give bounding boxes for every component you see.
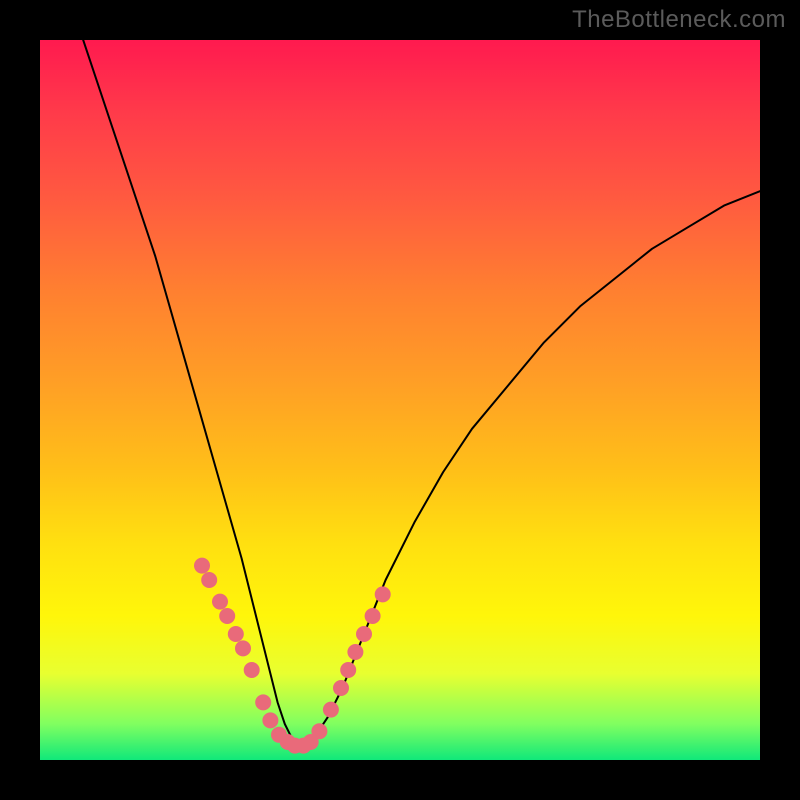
highlight-dot <box>323 702 339 718</box>
highlight-dot <box>375 586 391 602</box>
highlight-dot <box>365 608 381 624</box>
highlight-dot <box>244 662 260 678</box>
highlight-dot <box>219 608 235 624</box>
highlight-dot <box>311 723 327 739</box>
highlight-dot <box>347 644 363 660</box>
highlight-dot <box>235 640 251 656</box>
plot-area <box>40 40 760 760</box>
highlight-dot <box>262 712 278 728</box>
chart-frame: TheBottleneck.com <box>0 0 800 800</box>
highlight-dot <box>356 626 372 642</box>
highlight-dots <box>194 558 391 754</box>
watermark-text: TheBottleneck.com <box>572 6 786 34</box>
curve-svg <box>40 40 760 760</box>
highlight-dot <box>228 626 244 642</box>
highlight-dot <box>255 694 271 710</box>
highlight-dot <box>194 558 210 574</box>
bottleneck-curve <box>83 40 760 746</box>
highlight-dot <box>333 680 349 696</box>
highlight-dot <box>212 594 228 610</box>
highlight-dot <box>340 662 356 678</box>
highlight-dot <box>201 572 217 588</box>
